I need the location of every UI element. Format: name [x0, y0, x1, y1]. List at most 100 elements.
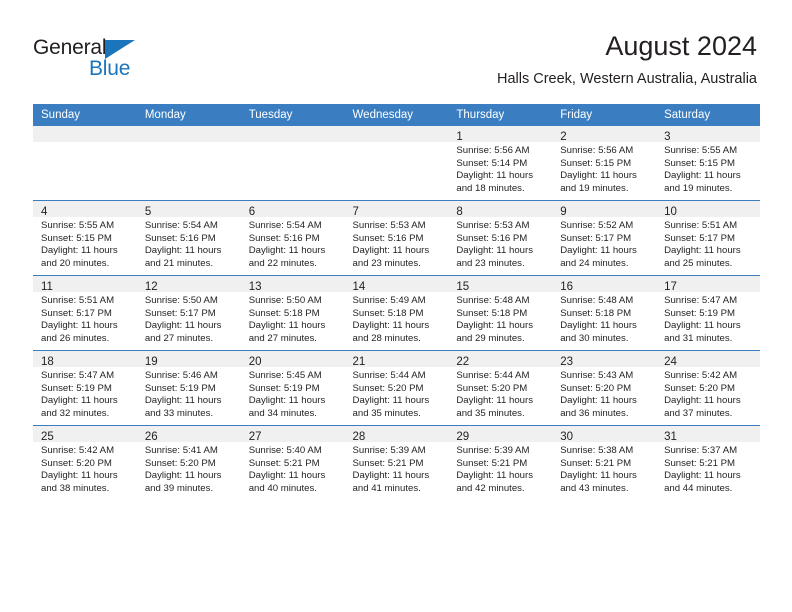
day-number: 29 [456, 431, 470, 443]
day-number-band: 25 [33, 426, 137, 443]
day-detail-line: Sunset: 5:17 PM [664, 232, 735, 244]
day-detail-line: and 26 minutes. [41, 332, 110, 344]
day-detail-line: Daylight: 11 hours [144, 245, 222, 257]
day-detail-line: Sunset: 5:21 PM [248, 457, 320, 469]
day-number-band: 13 [240, 276, 345, 293]
calendar-day-cell[interactable]: 3 Sunrise: 5:55 AM Sunset: 5:15 PM Daylight… [656, 126, 760, 201]
day-number-band: 24 [656, 351, 760, 368]
calendar-day-cell-empty [33, 126, 137, 201]
day-detail-line: and 21 minutes. [144, 257, 214, 269]
day-details [137, 142, 241, 145]
calendar-day-cell[interactable]: 15 Sunrise: 5:48 AM Sunset: 5:18 PM Dayligh… [448, 275, 553, 351]
day-detail-line: Sunrise: 5:49 AM [352, 295, 426, 306]
day-detail-line: Sunrise: 5:38 AM [560, 445, 634, 456]
day-detail-line: and 32 minutes. [41, 407, 110, 419]
day-detail-line: Daylight: 11 hours [248, 395, 326, 407]
day-number-band: 14 [344, 276, 449, 293]
calendar-day-cell[interactable]: 18 Sunrise: 5:47 AM Sunset: 5:19 PM Dayligh… [33, 350, 137, 426]
day-detail-line: Sunset: 5:19 PM [248, 382, 320, 394]
calendar-day-cell[interactable]: 30 Sunrise: 5:38 AM Sunset: 5:21 PM Dayligh… [552, 425, 657, 500]
day-detail-line: Sunrise: 5:46 AM [144, 370, 218, 381]
calendar-day-cell[interactable]: 23 Sunrise: 5:43 AM Sunset: 5:20 PM Dayligh… [552, 350, 657, 426]
day-number: 6 [248, 206, 256, 218]
calendar-day-cell[interactable]: 6 Sunrise: 5:54 AM Sunset: 5:16 PM Daylight… [240, 200, 345, 276]
calendar-day-cell[interactable]: 2 Sunrise: 5:56 AM Sunset: 5:15 PM Daylight… [552, 126, 657, 201]
calendar-day-cell[interactable]: 24 Sunrise: 5:42 AM Sunset: 5:20 PM Dayligh… [656, 350, 760, 426]
day-detail-line: and 23 minutes. [456, 257, 525, 269]
day-number-band: 9 [552, 201, 657, 218]
calendar-day-cell[interactable]: 25 Sunrise: 5:42 AM Sunset: 5:20 PM Dayligh… [33, 425, 137, 500]
calendar-day-cell[interactable]: 19 Sunrise: 5:46 AM Sunset: 5:19 PM Dayligh… [136, 350, 241, 426]
calendar-day-cell[interactable]: 12 Sunrise: 5:50 AM Sunset: 5:17 PM Dayligh… [136, 275, 241, 351]
calendar-day-cell[interactable]: 14 Sunrise: 5:49 AM Sunset: 5:18 PM Dayligh… [344, 275, 449, 351]
day-number: 23 [560, 356, 574, 368]
day-details: Sunrise: 5:51 AM Sunset: 5:17 PM Daylight:… [656, 217, 760, 270]
logo-secondary-text: Blue [89, 57, 131, 80]
general-blue-logo[interactable]: General Blue [33, 36, 163, 82]
calendar-day-cell[interactable]: 1 Sunrise: 5:56 AM Sunset: 5:14 PM Daylight… [448, 126, 553, 201]
calendar-day-cell[interactable]: 11 Sunrise: 5:51 AM Sunset: 5:17 PM Dayligh… [33, 275, 137, 351]
day-detail-line: and 19 minutes. [560, 182, 629, 194]
day-number: 11 [41, 281, 53, 293]
day-detail-line: Sunrise: 5:53 AM [352, 220, 426, 231]
day-number-band: 2 [552, 126, 657, 143]
calendar-day-cell[interactable]: 17 Sunrise: 5:47 AM Sunset: 5:19 PM Dayligh… [656, 275, 760, 351]
calendar-day-cell[interactable]: 5 Sunrise: 5:54 AM Sunset: 5:16 PM Daylight… [136, 200, 241, 276]
day-details: Sunrise: 5:42 AM Sunset: 5:20 PM Daylight:… [33, 442, 137, 495]
day-detail-line: Sunset: 5:20 PM [144, 457, 216, 469]
calendar-day-cell[interactable]: 7 Sunrise: 5:53 AM Sunset: 5:16 PM Daylight… [344, 200, 449, 276]
day-detail-line: Sunrise: 5:41 AM [144, 445, 218, 456]
day-number: 25 [41, 431, 54, 443]
calendar-day-cell[interactable]: 29 Sunrise: 5:39 AM Sunset: 5:21 PM Dayligh… [448, 425, 553, 500]
day-details: Sunrise: 5:44 AM Sunset: 5:20 PM Daylight:… [345, 367, 449, 420]
day-detail-line: and 27 minutes. [144, 332, 214, 344]
day-details: Sunrise: 5:50 AM Sunset: 5:17 PM Daylight:… [137, 292, 241, 345]
calendar-day-cell[interactable]: 22 Sunrise: 5:44 AM Sunset: 5:20 PM Dayligh… [448, 350, 553, 426]
day-number-band: 6 [240, 201, 345, 218]
day-details: Sunrise: 5:46 AM Sunset: 5:19 PM Daylight:… [137, 367, 241, 420]
day-detail-line: Daylight: 11 hours [560, 470, 637, 482]
day-number-band: 7 [344, 201, 449, 218]
day-number: 15 [456, 281, 470, 293]
day-number-band [136, 126, 241, 142]
day-detail-line: and 38 minutes. [41, 482, 110, 494]
day-detail-line: Sunset: 5:21 PM [352, 457, 424, 469]
day-detail-line: Sunset: 5:19 PM [41, 382, 112, 394]
day-details: Sunrise: 5:48 AM Sunset: 5:18 PM Daylight:… [448, 292, 552, 345]
calendar-day-cell[interactable]: 20 Sunrise: 5:45 AM Sunset: 5:19 PM Dayligh… [240, 350, 345, 426]
day-detail-line: Sunset: 5:20 PM [352, 382, 424, 394]
day-number-band: 3 [656, 126, 760, 143]
day-details: Sunrise: 5:52 AM Sunset: 5:17 PM Daylight:… [552, 217, 656, 270]
calendar-day-cell[interactable]: 31 Sunrise: 5:37 AM Sunset: 5:21 PM Dayligh… [656, 425, 760, 500]
day-details: Sunrise: 5:53 AM Sunset: 5:16 PM Daylight:… [448, 217, 552, 270]
day-detail-line: Sunrise: 5:40 AM [248, 445, 322, 456]
day-number: 18 [41, 356, 54, 368]
calendar-day-cell[interactable]: 10 Sunrise: 5:51 AM Sunset: 5:17 PM Dayligh… [656, 200, 760, 276]
day-number-band: 20 [240, 351, 345, 368]
day-detail-line: Sunset: 5:18 PM [352, 307, 424, 319]
calendar-day-cell[interactable]: 26 Sunrise: 5:41 AM Sunset: 5:20 PM Dayligh… [136, 425, 241, 500]
calendar-day-cell[interactable]: 21 Sunrise: 5:44 AM Sunset: 5:20 PM Dayligh… [344, 350, 449, 426]
day-detail-line: Sunrise: 5:55 AM [41, 220, 115, 231]
calendar-day-cell[interactable]: 4 Sunrise: 5:55 AM Sunset: 5:15 PM Daylight… [33, 200, 137, 276]
calendar-day-cell[interactable]: 8 Sunrise: 5:53 AM Sunset: 5:16 PM Daylight… [448, 200, 553, 276]
calendar-day-cell[interactable]: 16 Sunrise: 5:48 AM Sunset: 5:18 PM Dayligh… [552, 275, 657, 351]
day-detail-line: and 35 minutes. [352, 407, 421, 419]
day-detail-line: and 29 minutes. [456, 332, 525, 344]
day-number: 5 [144, 206, 152, 218]
calendar-day-cell[interactable]: 9 Sunrise: 5:52 AM Sunset: 5:17 PM Daylight… [552, 200, 657, 276]
day-details: Sunrise: 5:37 AM Sunset: 5:21 PM Daylight:… [656, 442, 760, 495]
day-details [345, 142, 449, 145]
day-detail-line: Daylight: 11 hours [352, 320, 430, 332]
day-number: 30 [560, 431, 574, 443]
day-detail-line: Sunset: 5:17 PM [144, 307, 216, 319]
day-number-band: 21 [344, 351, 449, 368]
calendar-week-row: 1 Sunrise: 5:56 AM Sunset: 5:14 PM Daylight… [33, 126, 760, 201]
day-detail-line: and 41 minutes. [352, 482, 421, 494]
day-details: Sunrise: 5:42 AM Sunset: 5:20 PM Daylight:… [656, 367, 760, 420]
calendar-day-cell[interactable]: 13 Sunrise: 5:50 AM Sunset: 5:18 PM Dayligh… [240, 275, 345, 351]
day-detail-line: and 19 minutes. [664, 182, 733, 194]
calendar-day-cell[interactable]: 28 Sunrise: 5:39 AM Sunset: 5:21 PM Dayligh… [344, 425, 449, 500]
day-number-band: 26 [136, 426, 241, 443]
calendar-day-cell[interactable]: 27 Sunrise: 5:40 AM Sunset: 5:21 PM Dayligh… [240, 425, 345, 500]
